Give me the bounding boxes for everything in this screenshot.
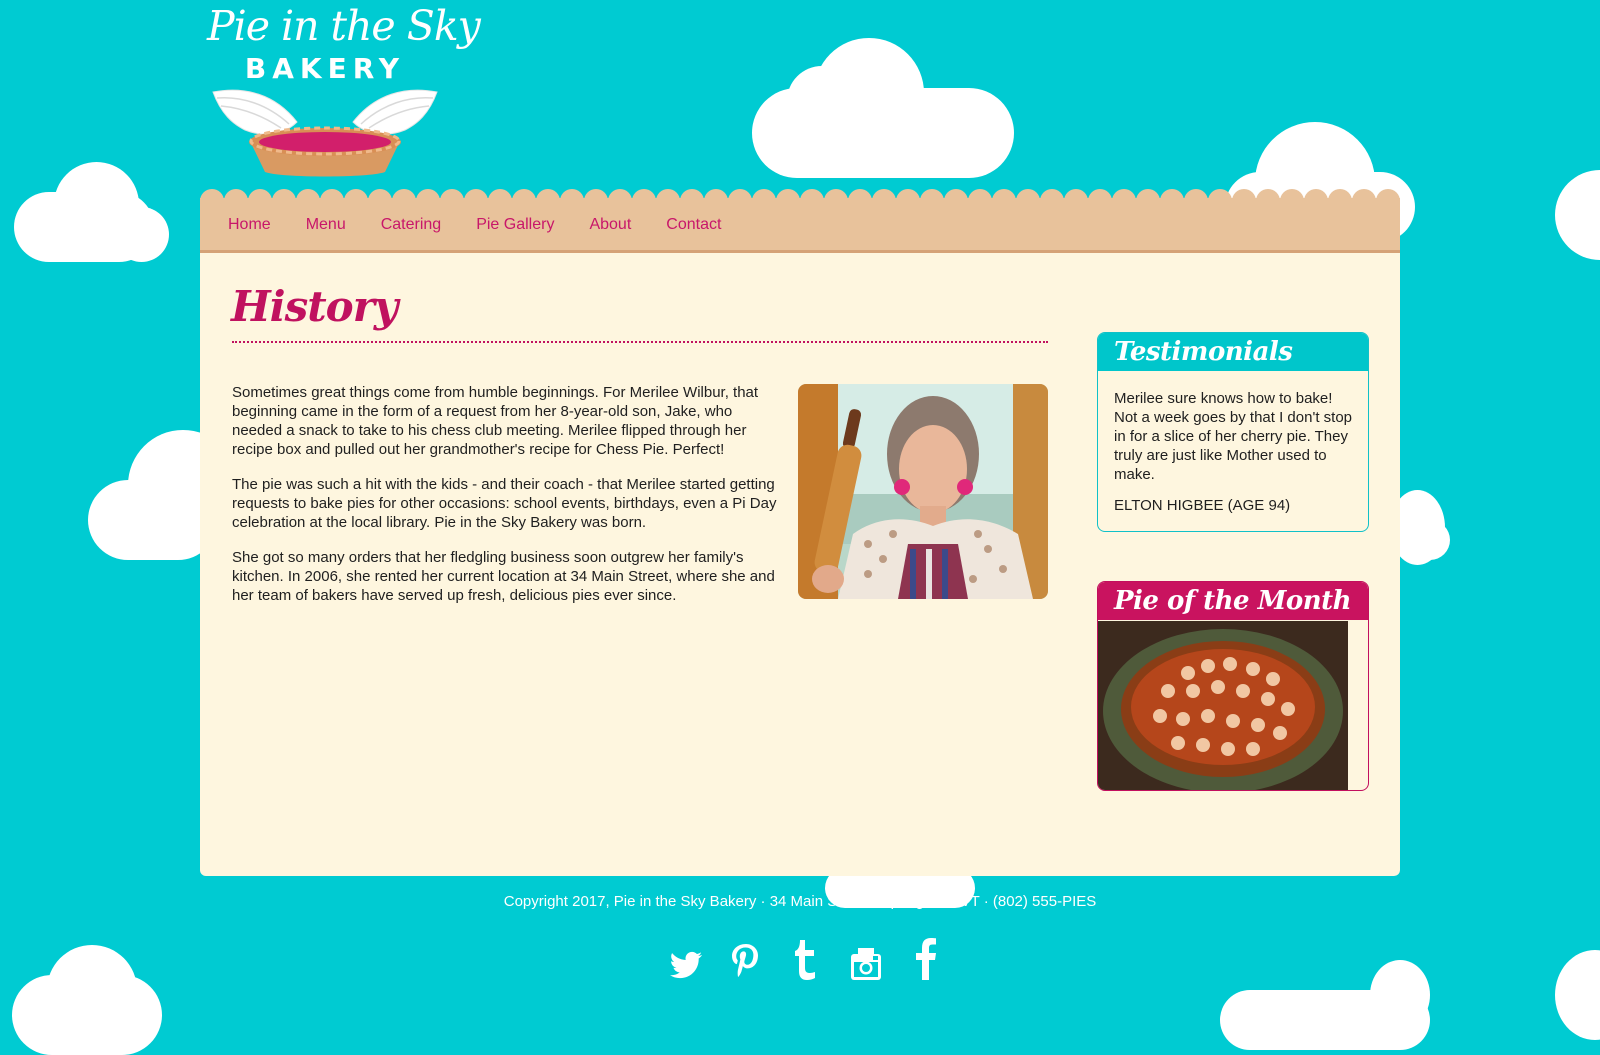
nav-scallop-edge [200, 189, 1400, 207]
tumblr-icon[interactable] [786, 934, 826, 982]
title-divider [232, 341, 1048, 343]
testimonial-author: ELTON HIGBEE (AGE 94) [1114, 497, 1291, 514]
cloud [14, 162, 169, 262]
testimonials-title: Testimonials [1114, 337, 1293, 367]
nav-item-catering[interactable]: Catering [381, 216, 441, 234]
footer-copyright: Copyright 2017, Pie in the Sky Bakery · … [503, 893, 1097, 910]
nav-item-about[interactable]: About [589, 216, 631, 234]
content-panel: Home Menu Catering Pie Gallery About Con… [200, 189, 1400, 876]
social-links [666, 934, 946, 982]
facebook-icon[interactable] [906, 934, 946, 982]
pie-of-month-title: Pie of the Month [1114, 586, 1352, 616]
logo-script-text: Pie in the Sky [207, 2, 481, 50]
page-title: History [231, 282, 398, 331]
cloud [12, 945, 162, 1055]
pie-of-month-photo[interactable] [1098, 621, 1348, 790]
pie-of-month-widget: Pie of the Month [1097, 581, 1369, 791]
article-paragraph: Sometimes great things come from humble … [232, 384, 759, 458]
article-paragraph: She got so many orders that her fledglin… [232, 549, 775, 604]
testimonial-quote: Merilee sure knows how to bake! Not a we… [1114, 390, 1353, 483]
nav-item-contact[interactable]: Contact [666, 216, 721, 234]
nav-list: Home Menu Catering Pie Gallery About Con… [228, 216, 756, 234]
twitter-icon[interactable] [666, 934, 706, 982]
nav-item-home[interactable]: Home [228, 216, 271, 234]
cloud [752, 38, 1022, 178]
instagram-icon[interactable] [846, 934, 886, 982]
site-logo[interactable]: Pie in the Sky BAKERY [205, 0, 481, 185]
pie-of-month-header: Pie of the Month [1098, 582, 1368, 620]
founder-photo [798, 384, 1048, 599]
logo-subtitle: BAKERY [244, 52, 406, 85]
history-article: Sometimes great things come from humble … [232, 383, 782, 621]
main-navigation: Home Menu Catering Pie Gallery About Con… [200, 189, 1400, 253]
article-paragraph: The pie was such a hit with the kids - a… [232, 476, 777, 531]
cloud [1555, 170, 1600, 260]
nav-item-pie-gallery[interactable]: Pie Gallery [476, 216, 554, 234]
testimonials-header: Testimonials [1098, 333, 1368, 371]
testimonials-widget: Testimonials Merilee sure knows how to b… [1097, 332, 1369, 532]
nav-item-menu[interactable]: Menu [306, 216, 346, 234]
flying-pie-icon [212, 89, 438, 177]
cloud [1220, 960, 1430, 1050]
cloud [1555, 950, 1600, 1040]
pinterest-icon[interactable] [726, 934, 766, 982]
